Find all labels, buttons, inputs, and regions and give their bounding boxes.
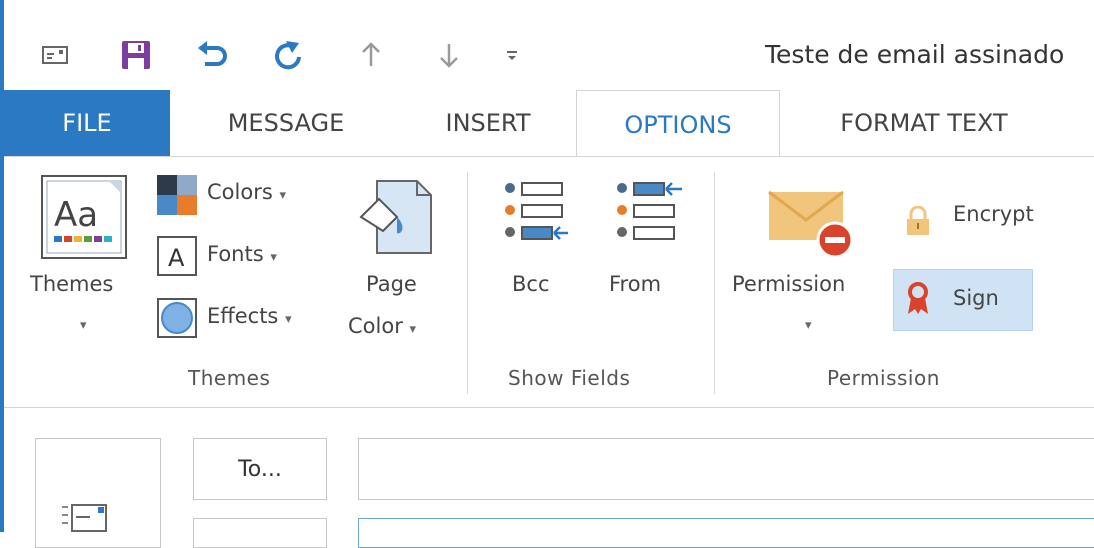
- window-title: Teste de email assinado: [765, 40, 1065, 69]
- themes-dropdown-icon[interactable]: ▾: [80, 318, 87, 333]
- tab-format-text[interactable]: FORMAT TEXT: [794, 90, 1054, 156]
- fonts-button[interactable]: Fonts ▾: [207, 242, 277, 266]
- tab-insert[interactable]: INSERT: [404, 90, 572, 156]
- permission-button[interactable]: Permission: [732, 272, 845, 296]
- themes-group-label: Themes: [188, 366, 271, 390]
- fonts-icon: A: [157, 236, 197, 276]
- group-separator: [714, 172, 715, 394]
- to-field[interactable]: [358, 438, 1094, 500]
- cc-button[interactable]: [193, 518, 327, 548]
- group-separator: [467, 172, 468, 394]
- page-color-label-line1[interactable]: Page: [366, 272, 417, 296]
- effects-label: Effects: [207, 304, 279, 328]
- redo-icon[interactable]: [268, 35, 308, 75]
- permission-group-label: Permission: [827, 366, 940, 390]
- tab-file[interactable]: FILE: [4, 90, 170, 156]
- from-icon: [612, 180, 687, 248]
- page-color-button[interactable]: Color ▾: [348, 314, 416, 338]
- bcc-button[interactable]: Bcc: [512, 272, 550, 296]
- down-arrow-icon[interactable]: [434, 35, 464, 75]
- effects-dropdown-icon: ▾: [285, 312, 292, 327]
- lock-icon: [905, 205, 931, 236]
- effects-button[interactable]: Effects ▾: [207, 304, 292, 328]
- permission-dropdown-icon[interactable]: ▾: [805, 318, 812, 333]
- save-icon[interactable]: [116, 35, 156, 75]
- colors-button[interactable]: Colors ▾: [207, 180, 286, 204]
- ribbon-badge-icon: [905, 282, 931, 316]
- mail-window-icon[interactable]: [38, 35, 72, 75]
- ribbon-tabs: FILE MESSAGE INSERT OPTIONS FORMAT TEXT: [4, 90, 1094, 158]
- show-fields-group-label: Show Fields: [508, 366, 631, 390]
- svg-text:Aa: Aa: [54, 195, 98, 235]
- cc-field[interactable]: [358, 518, 1094, 548]
- fonts-label: Fonts: [207, 242, 264, 266]
- undo-icon[interactable]: [192, 35, 232, 75]
- colors-icon: [157, 175, 197, 215]
- page-color-dropdown-icon: ▾: [409, 322, 417, 337]
- fonts-dropdown-icon: ▾: [270, 250, 277, 265]
- tab-options[interactable]: OPTIONS: [576, 90, 780, 158]
- from-button[interactable]: From: [609, 272, 661, 296]
- customize-qat-icon[interactable]: [500, 35, 524, 75]
- themes-button-label[interactable]: Themes: [30, 272, 113, 296]
- effects-icon: [157, 298, 197, 338]
- colors-label: Colors: [207, 180, 273, 204]
- svg-text:A: A: [168, 244, 185, 272]
- page-color-label-line2: Color: [348, 314, 403, 338]
- send-mail-icon: [62, 504, 107, 532]
- page-color-icon: [355, 177, 435, 257]
- colors-dropdown-icon: ▾: [279, 188, 286, 203]
- bcc-icon: [500, 180, 570, 248]
- themes-icon: Aa: [40, 174, 128, 260]
- permission-icon: [765, 186, 855, 260]
- tab-message[interactable]: MESSAGE: [176, 90, 396, 156]
- up-arrow-icon[interactable]: [356, 35, 386, 75]
- to-button[interactable]: To...: [193, 438, 327, 500]
- encrypt-button[interactable]: Encrypt: [953, 202, 1034, 226]
- sign-button-label: Sign: [953, 286, 999, 310]
